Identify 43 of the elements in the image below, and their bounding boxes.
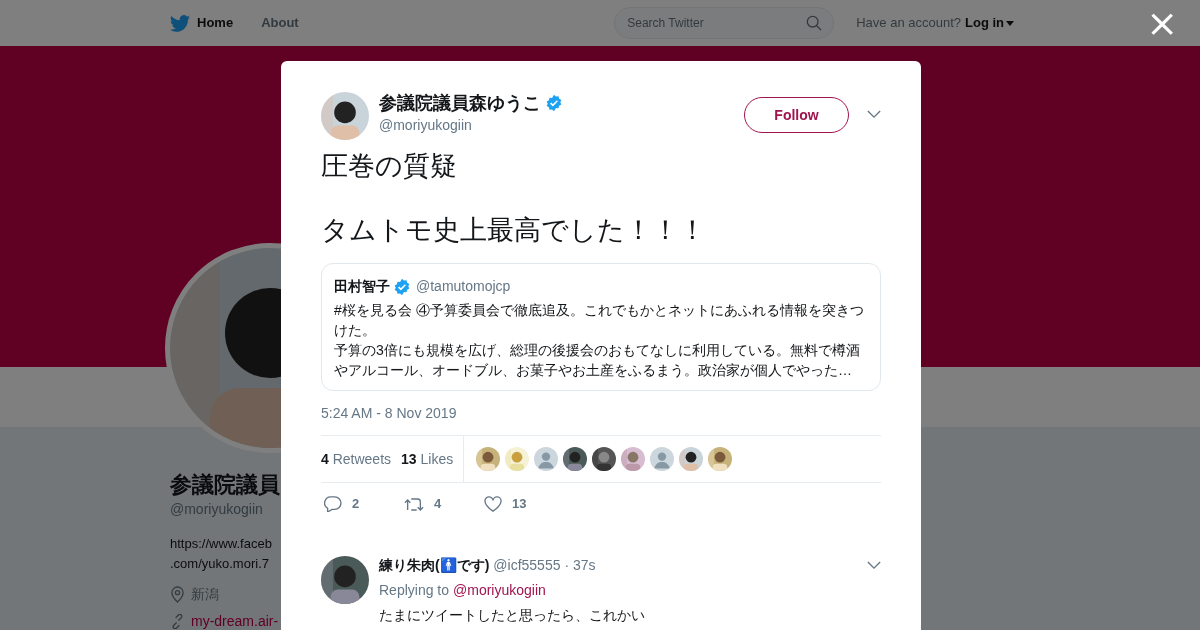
profile-link[interactable]: my-dream.air- — [191, 611, 279, 630]
link-icon — [170, 614, 185, 629]
chevron-down-icon[interactable] — [867, 110, 881, 119]
caret-icon — [1006, 20, 1014, 26]
default-avatar-icon — [534, 447, 559, 471]
quoted-tweet-text: 予算の3倍にも規模を広げ、総理の後援会のおもてなしに利用している。無料で樽酒やアルコール、オードブル、お菓子やお土産をふるまう。政治家が個人でやった… — [334, 341, 861, 380]
profile-name: 参議院議員 — [170, 471, 280, 499]
tweet-text: 圧巻の質疑 — [321, 150, 458, 182]
reply-author-handle[interactable]: @icf55555 — [493, 555, 561, 576]
search-field[interactable]: Search Twitter — [614, 7, 835, 39]
replying-to-label: Replying to — [379, 581, 450, 600]
reply-author-name[interactable]: 練り朱肉(🚹です) — [379, 555, 490, 576]
close-button[interactable]: × — [1146, 4, 1178, 42]
login-button[interactable]: Log in — [965, 13, 1014, 33]
quoted-tweet-card[interactable]: 田村智子 @tamutomojcp #桜を見る会 ④予算委員会で徹底追及。これでもかとネットにあふれる情報を突きつけた。 予算の3倍にも規模を広げ、総理の後援会のおもてなしに利用している。無料で樽酒やアルコール、オードブル、お菓子やお土産をふるまう。政治家が個人でやった… — [321, 263, 881, 391]
profile-bio: https://www.faceb .com/yuko.mori.7 — [170, 535, 272, 573]
search-icon — [806, 15, 823, 31]
nav-link[interactable]: About — [261, 13, 299, 33]
profile-handle: @moriyukogiin — [170, 500, 263, 519]
tweet-text: タムトモ史上最高でした！！！ — [321, 214, 707, 246]
mention-link[interactable]: @moriyukogiin — [453, 580, 546, 601]
account-prompt: Have an account? — [856, 14, 961, 33]
default-avatar-icon — [650, 447, 675, 471]
chevron-down-icon[interactable] — [867, 561, 881, 570]
reply-button[interactable]: 2 — [324, 494, 404, 514]
tweet-timestamp: 5:24 AM - 8 Nov 2019 — [321, 404, 458, 423]
reply-time[interactable]: · 37s — [564, 555, 596, 576]
tweet-stat[interactable]: 4 Retweets — [321, 448, 392, 470]
profile-location: 新潟 — [191, 585, 219, 604]
nav-link[interactable]: Home — [197, 13, 234, 33]
heart-icon — [484, 496, 502, 512]
quoted-tweet-text: #桜を見る会 ④予算委員会で徹底追及。これでもかとネットにあふれる情報を突きつけた。 — [334, 301, 865, 340]
retweet-button[interactable]: 4 — [404, 494, 484, 514]
author-handle[interactable]: @moriyukogiin — [379, 115, 744, 135]
quoted-author-handle: @tamutomojcp — [416, 277, 511, 296]
tweet-stat[interactable]: 13 Likes — [401, 448, 454, 470]
location-pin-icon — [170, 586, 185, 603]
quoted-author-name: 田村智子 — [334, 277, 390, 296]
author-name[interactable]: 参議院議員森ゆうこ — [379, 91, 541, 115]
retweet-icon — [404, 496, 424, 512]
reply-text: たまにツイートしたと思ったら、これかい — [379, 606, 646, 625]
reply-icon — [324, 496, 342, 512]
like-button[interactable]: 13 — [484, 494, 564, 514]
